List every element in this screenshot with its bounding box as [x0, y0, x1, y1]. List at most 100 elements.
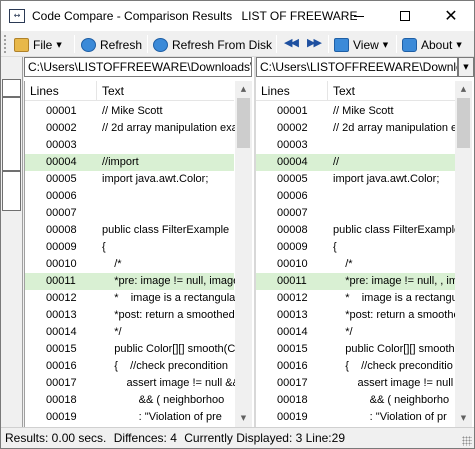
code-row[interactable]: 00012 * image is a rectangula	[25, 290, 235, 307]
file-menu-button[interactable]: File ▼	[14, 34, 62, 55]
refresh-icon	[81, 37, 96, 52]
code-row[interactable]: 00019 : "Violation of pr	[256, 409, 455, 426]
refresh-button[interactable]: Refresh	[81, 34, 142, 55]
maximize-button[interactable]	[382, 1, 428, 31]
col-header-text[interactable]: Text	[102, 84, 124, 98]
title-bar[interactable]: ↔ Code Compare - Comparison Results LIST…	[1, 1, 474, 31]
left-vertical-scrollbar[interactable]: ▲ ▼	[235, 81, 252, 427]
left-path-field[interactable]: C:\Users\LISTOFFREEWARE\Downloads\Co	[24, 57, 252, 77]
minimize-button[interactable]	[336, 1, 382, 31]
path-dropdown-icon[interactable]: ▼	[458, 57, 474, 77]
scroll-thumb[interactable]	[237, 98, 250, 148]
view-menu-button[interactable]: View ▼	[334, 34, 388, 55]
code-row[interactable]: 00005 import java.awt.Color;	[25, 171, 234, 188]
code-row[interactable]: 00016 { //check preconditio	[256, 358, 455, 375]
line-number: 00017	[46, 377, 77, 389]
code-row[interactable]: 00019 : "Violation of pre	[25, 409, 234, 426]
refresh-from-disk-button[interactable]: Refresh From Disk	[153, 34, 272, 55]
line-number: 00019	[46, 411, 77, 423]
line-text: : "Violation of pre	[102, 411, 222, 423]
line-number: 00003	[277, 139, 308, 151]
col-header-lines[interactable]: Lines	[30, 84, 59, 98]
scroll-down-icon[interactable]: ▼	[235, 410, 252, 427]
left-pane: C:\Users\LISTOFFREEWARE\Downloads\Co Lin…	[24, 57, 254, 427]
line-number: 00005	[277, 173, 308, 185]
right-vertical-scrollbar[interactable]: ▲ ▼	[455, 81, 472, 427]
about-menu-button[interactable]: About ▼	[402, 34, 462, 55]
code-row[interactable]: 00008 public class FilterExample	[256, 222, 460, 239]
code-row[interactable]: 00009 {	[256, 239, 455, 256]
code-row[interactable]: 00007	[25, 205, 234, 222]
next-diff-icon[interactable]: ▶▶	[307, 36, 322, 49]
line-text: * image is a rectangu	[333, 292, 458, 304]
left-rows: 00001 // Mike Scott 00002 // 2d array manip…	[25, 103, 241, 426]
col-header-lines[interactable]: Lines	[261, 84, 290, 98]
code-row[interactable]: 00007	[256, 205, 455, 222]
code-row[interactable]: 00001 // Mike Scott	[25, 103, 234, 120]
scroll-up-icon[interactable]: ▲	[235, 81, 252, 98]
line-number: 00006	[46, 190, 77, 202]
code-row[interactable]: 00014 */	[256, 324, 455, 341]
code-row[interactable]: 00003	[256, 137, 455, 154]
overview-cell[interactable]	[2, 79, 21, 97]
line-text: // Mike Scott	[102, 105, 163, 117]
code-row[interactable]: 00015 public Color[][] smooth(Co	[25, 341, 241, 358]
code-row[interactable]: 00003	[25, 137, 234, 154]
diff-overview-strip[interactable]	[1, 57, 23, 427]
line-text: // Mike Scott	[333, 105, 394, 117]
status-differences: Diffences: 4	[113, 431, 177, 445]
scroll-thumb[interactable]	[457, 98, 470, 148]
line-text: assert image != null &	[333, 377, 464, 389]
code-row[interactable]: 00016 { //check precondition	[25, 358, 234, 375]
line-text: && ( neighborho	[333, 394, 450, 406]
code-row[interactable]: 00012 * image is a rectangu	[256, 290, 458, 307]
line-number: 00013	[46, 309, 77, 321]
diff-row[interactable]: 00011 *pre: image != null, , ima	[256, 273, 464, 290]
left-grid[interactable]: Lines Text 00001 // Mike Scott 00002 // 2d …	[24, 81, 252, 427]
column-divider[interactable]	[96, 81, 97, 101]
diff-row[interactable]: 00004 //	[256, 154, 455, 171]
code-row[interactable]: 00001 // Mike Scott	[256, 103, 455, 120]
column-divider[interactable]	[327, 81, 328, 101]
prev-diff-icon[interactable]: ◀◀	[284, 36, 299, 49]
line-text: *post: return a smoothed	[102, 309, 235, 321]
line-text: : "Violation of pr	[333, 411, 447, 423]
diff-row[interactable]: 00011 *pre: image != null, image	[25, 273, 239, 290]
code-row[interactable]: 00017 assert image != null &	[256, 375, 464, 392]
code-row[interactable]: 00002 // 2d array manipulation e	[256, 120, 457, 137]
close-button[interactable]: ✕	[428, 1, 474, 31]
code-row[interactable]: 00013 *post: return a smoothed	[25, 307, 235, 324]
toolbar-separator	[74, 35, 75, 53]
code-row[interactable]: 00018 && ( neighborho	[256, 392, 455, 409]
refresh-disk-icon	[153, 37, 168, 52]
code-row[interactable]: 00005 import java.awt.Color;	[256, 171, 455, 188]
line-text: import java.awt.Color;	[102, 173, 209, 185]
code-row[interactable]: 00010 /*	[25, 256, 234, 273]
refresh-disk-label: Refresh From Disk	[172, 37, 273, 52]
code-row[interactable]: 00006	[25, 188, 234, 205]
toolbar-separator	[147, 35, 148, 53]
toolbar-grip[interactable]	[4, 35, 7, 53]
line-number: 00014	[277, 326, 308, 338]
scroll-up-icon[interactable]: ▲	[455, 81, 472, 98]
diff-row[interactable]: 00004 //import	[25, 154, 234, 171]
line-text: public Color[][] smooth(C	[333, 343, 467, 355]
code-row[interactable]: 00014 */	[25, 324, 234, 341]
code-row[interactable]: 00006	[256, 188, 455, 205]
code-row[interactable]: 00008 public class FilterExample	[25, 222, 234, 239]
right-path-field[interactable]: C:\Users\LISTOFFREEWARE\Downloads\Co	[256, 57, 458, 77]
code-row[interactable]: 00013 *post: return a smoothe	[256, 307, 460, 324]
overview-cell[interactable]	[2, 171, 21, 211]
line-number: 00003	[46, 139, 77, 151]
code-row[interactable]: 00015 public Color[][] smooth(C	[256, 341, 466, 358]
code-row[interactable]: 00018 && ( neighborhoo	[25, 392, 234, 409]
code-row[interactable]: 00009 {	[25, 239, 234, 256]
overview-cell[interactable]	[2, 97, 21, 171]
code-row[interactable]: 00002 // 2d array manipulation exa	[25, 120, 238, 137]
right-grid[interactable]: Lines Text 00001 // Mike Scott 00002 // 2d …	[256, 81, 474, 427]
resize-grip[interactable]	[462, 436, 472, 446]
code-row[interactable]: 00010 /*	[256, 256, 455, 273]
col-header-text[interactable]: Text	[333, 84, 355, 98]
code-row[interactable]: 00017 assert image != null &&	[25, 375, 240, 392]
scroll-down-icon[interactable]: ▼	[455, 410, 472, 427]
